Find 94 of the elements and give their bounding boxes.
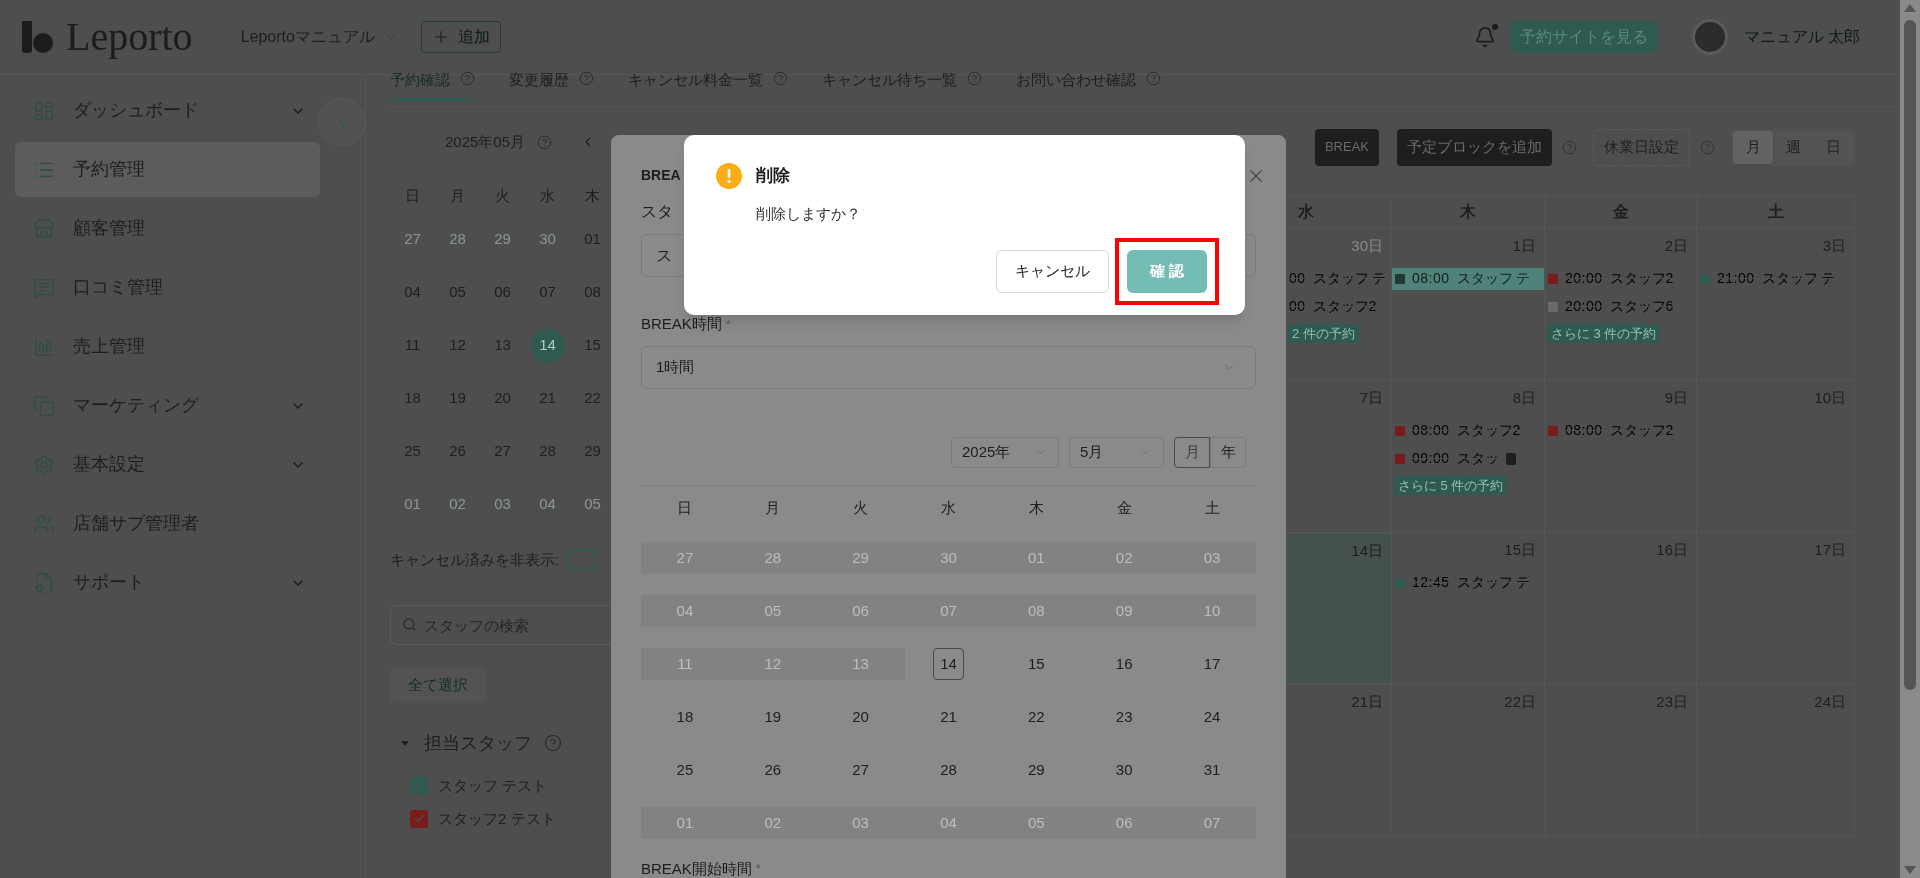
date-cell[interactable]: 23 [1080, 701, 1169, 733]
sidebar-item[interactable]: 予約管理 [15, 142, 320, 197]
help-icon[interactable] [537, 134, 553, 150]
warning-icon [716, 163, 742, 189]
date-cell[interactable]: 19 [728, 701, 817, 733]
add-block-button[interactable]: 予定ブロックを追加 [1397, 128, 1552, 166]
month-select[interactable]: 5月 [1069, 436, 1164, 468]
add-button[interactable]: 追加 [420, 21, 501, 53]
weekday-label: 金 [1115, 498, 1133, 519]
scroll-down-icon[interactable] [1904, 866, 1916, 874]
chat-icon [33, 276, 55, 299]
logo-icon [20, 19, 56, 55]
users-icon [33, 512, 55, 535]
user-name[interactable]: マニュアル 太郎 [1743, 25, 1860, 49]
year-select[interactable]: 2025年 [951, 436, 1059, 468]
help-icon[interactable] [1700, 139, 1715, 155]
date-cell[interactable]: 26 [728, 754, 817, 786]
weekday-label: 水 [940, 498, 957, 519]
toggle-switch[interactable] [565, 549, 596, 571]
tab[interactable]: 予約確認 [390, 69, 475, 101]
date-cell[interactable]: 02 [440, 487, 475, 522]
help-icon[interactable] [967, 71, 982, 86]
date-cell[interactable]: 30 [1080, 754, 1169, 786]
event-item[interactable]: 08:00 スタッフ テ [1392, 267, 1544, 290]
help-icon[interactable] [460, 71, 475, 86]
layers-icon [33, 394, 55, 417]
date-cell[interactable]: 01 [395, 487, 430, 522]
date-cell[interactable]: 05 [575, 487, 610, 522]
checkbox[interactable] [410, 809, 428, 828]
check-icon [412, 779, 426, 793]
document-icon [33, 571, 55, 594]
weekday-label: 日 [676, 498, 694, 519]
checkbox[interactable] [410, 777, 428, 796]
date-cell[interactable]: 22 [992, 701, 1081, 733]
dialog-message: 削除しますか？ [756, 204, 862, 224]
date-cell[interactable]: 03 [485, 487, 520, 522]
date-cell[interactable]: 16 [1080, 648, 1169, 680]
help-icon[interactable] [1146, 71, 1161, 86]
date-cell[interactable]: 27 [395, 222, 430, 257]
cancel-button[interactable]: キャンセル [996, 249, 1109, 293]
help-icon[interactable] [544, 734, 562, 752]
mode-toggle[interactable]: 月 [1174, 436, 1210, 468]
date-cell[interactable]: 14 [530, 328, 565, 363]
more-events-badge[interactable]: さらに 3 件の予約 [1547, 323, 1661, 343]
field-label: BREAK開始時間 [641, 858, 752, 878]
date-cell[interactable]: 29 [992, 754, 1081, 786]
required-mark: * [725, 315, 731, 334]
field-label: BREAK時間 [641, 314, 722, 334]
duration-select[interactable]: 1時間 [641, 345, 1256, 389]
date-cell[interactable]: 28 [904, 754, 993, 786]
scrollbar-thumb[interactable] [1904, 20, 1916, 690]
modal-title: BREA [641, 166, 681, 185]
bar-chart-icon [33, 335, 55, 358]
bell-icon[interactable] [1473, 26, 1496, 48]
date-cell[interactable]: 31 [1168, 754, 1256, 786]
search-icon [402, 617, 417, 632]
date-cell[interactable]: 20 [816, 701, 905, 733]
help-icon[interactable] [773, 71, 788, 86]
date-cell[interactable]: 18 [641, 701, 729, 733]
caret-icon[interactable] [400, 738, 410, 748]
storefront-icon [33, 217, 55, 240]
date-cell[interactable]: 28 [440, 222, 475, 257]
break-button[interactable]: BREAK [1314, 128, 1379, 166]
scroll-up-icon[interactable] [1904, 4, 1916, 12]
weekday-label: 土 [1203, 498, 1221, 519]
scrollbar[interactable] [1900, 0, 1920, 878]
date-cell[interactable]: 17 [1168, 648, 1256, 680]
required-mark: * [755, 860, 761, 878]
date-cell[interactable]: 04 [530, 487, 565, 522]
more-events-badge[interactable]: さらに 5 件の予約 [1394, 475, 1508, 495]
weekday-label: 火 [852, 498, 870, 519]
view-tab[interactable]: 月 [1733, 130, 1773, 164]
avatar[interactable] [1691, 19, 1728, 55]
date-cell[interactable]: 14 [904, 648, 993, 680]
date-cell[interactable]: 30 [530, 222, 565, 257]
dashboard-icon [33, 99, 55, 122]
help-icon[interactable] [579, 71, 594, 86]
more-events-badge[interactable]: 2 件の予約 [1288, 323, 1359, 343]
weekday-label: 月 [764, 498, 782, 519]
weekday-label: 木 [1027, 498, 1045, 519]
date-cell[interactable]: 29 [485, 222, 520, 257]
collapse-button[interactable] [318, 98, 366, 146]
date-cell[interactable]: 25 [641, 754, 729, 786]
date-cell[interactable]: 21 [904, 701, 993, 733]
dialog-title: 削除 [756, 165, 790, 188]
select-all-button[interactable]: 全て選択 [390, 667, 486, 703]
confirm-button[interactable]: 確 認 [1127, 249, 1207, 293]
mode-toggle[interactable]: 年 [1210, 436, 1246, 468]
settings-icon [33, 453, 55, 476]
help-icon[interactable] [1562, 139, 1577, 155]
field-label: スタ [641, 202, 673, 222]
date-cell[interactable]: 15 [992, 648, 1081, 680]
date-cell[interactable]: 27 [816, 754, 905, 786]
date-cell[interactable]: 24 [1168, 701, 1256, 733]
